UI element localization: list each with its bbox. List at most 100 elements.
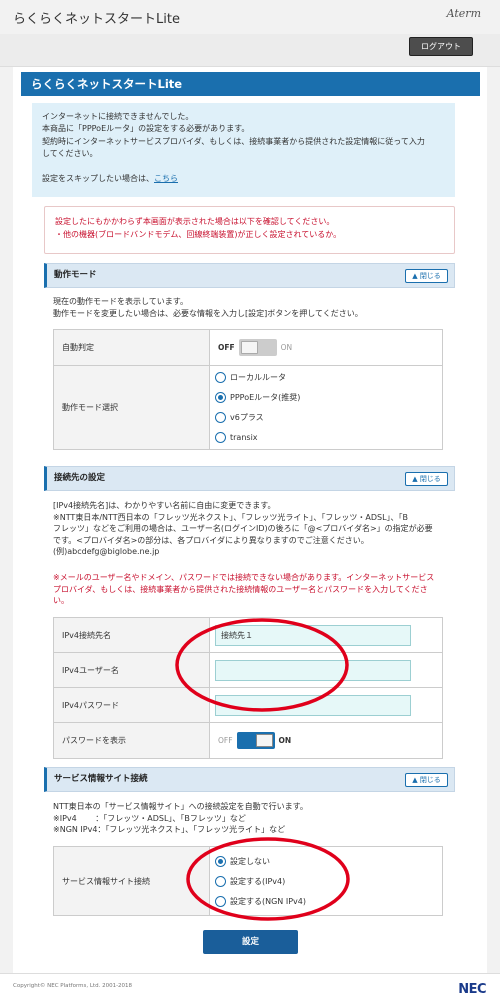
brand-logo: Aterm (446, 7, 481, 20)
radio-v6plus[interactable]: v6プラス (215, 408, 442, 428)
warn-line: ※メールのユーザー名やドメイン、パスワードでは接続できない場合があります。インタ… (53, 573, 435, 582)
logout-bar: ログアウト (0, 34, 500, 67)
section-conn-header: 接続先の設定 ▲ 閉じる (44, 466, 455, 491)
password-label: IPv4パスワード (54, 688, 210, 722)
mode-description: 現在の動作モードを表示しています。 動作モードを変更したい場合は、必要な情報を入… (53, 296, 453, 319)
password-row: IPv4パスワード (54, 688, 442, 723)
desc-line: NTT東日本の「サービス情報サイト」への接続設定を自動で行います。 (53, 802, 308, 811)
auto-detect-toggle[interactable]: OFF ON (218, 339, 292, 356)
skip-text: 設定をスキップしたい場合は、 (42, 173, 154, 183)
radio-service-none[interactable]: 設定しない (215, 851, 442, 871)
radio-transix[interactable]: transix (215, 428, 442, 448)
footer: Copyright© NEC Platforms, Ltd. 2001-2018… (0, 973, 500, 1003)
service-radio-group: 設定しない 設定する(IPv4) 設定する(NGN IPv4) (215, 851, 442, 911)
section-mode-header: 動作モード ▲ 閉じる (44, 263, 455, 288)
mode-select-label: 動作モード選択 (54, 366, 210, 449)
section-conn-title: 接続先の設定 (54, 473, 106, 483)
collapse-label: 閉じる (419, 272, 441, 280)
skip-link[interactable]: こちら (154, 174, 178, 183)
password-input[interactable] (215, 694, 411, 716)
username-label: IPv4ユーザー名 (54, 653, 210, 687)
radio-icon[interactable] (215, 895, 226, 907)
toggle-switch[interactable] (236, 732, 275, 749)
warning-message: 設定したにもかかわらず本画面が表示された場合は以下を確認してください。 ・他の機… (44, 206, 455, 254)
nec-logo: NEC (458, 982, 486, 997)
submit-button[interactable]: 設定 (203, 930, 298, 954)
radio-icon[interactable] (215, 875, 226, 887)
conn-warning: ※メールのユーザー名やドメイン、パスワードでは接続できない場合があります。インタ… (53, 572, 453, 607)
mode-select-row: 動作モード選択 ローカルルータ PPPoEルータ(推奨) v6プラス trans… (54, 366, 442, 449)
page-title: らくらくネットスタートLite (21, 72, 480, 96)
radio-service-ngn-ipv4[interactable]: 設定する(NGN IPv4) (215, 891, 442, 911)
radio-label: v6プラス (230, 413, 264, 422)
warn-line: い。 (53, 596, 69, 605)
section-service-title: サービス情報サイト接続 (54, 774, 148, 784)
radio-checked-icon[interactable] (215, 855, 226, 867)
desc-line: ※IPv4 ：「フレッツ・ADSL」、「Bフレッツ」など (53, 813, 246, 823)
desc-line: [IPv4接続先名]は、わかりやすい名前に自由に変更できます。 (53, 501, 276, 510)
service-select-row: サービス情報サイト接続 設定しない 設定する(IPv4) 設定する(NGN IP… (54, 847, 442, 915)
toggle-off-label: OFF (218, 343, 235, 352)
mode-radio-group: ローカルルータ PPPoEルータ(推奨) v6プラス transix (215, 368, 442, 448)
desc-line: 現在の動作モードを表示しています。 (53, 297, 188, 306)
chevron-up-icon: ▲ (412, 272, 418, 280)
desc-line: ※NTT東日本/NTT西日本の「フレッツ光ネクスト」、「フレッツ光ライト」、「フ… (53, 512, 409, 522)
collapse-conn-button[interactable]: ▲ 閉じる (405, 472, 448, 486)
radio-service-ipv4[interactable]: 設定する(IPv4) (215, 871, 442, 891)
collapse-mode-button[interactable]: ▲ 閉じる (405, 269, 448, 283)
info-line: してください。 (42, 149, 98, 159)
top-bar: らくらくネットスタートLite Aterm (0, 0, 500, 34)
toggle-off-label: OFF (218, 736, 233, 745)
info-line: 契約時にインターネットサービスプロバイダ、もしくは、接続事業者から提供された設定… (42, 136, 425, 146)
collapse-label: 閉じる (419, 475, 441, 483)
radio-label: PPPoEルータ(推奨) (230, 393, 301, 402)
desc-line: ※NGN IPv4：「フレッツ光ネクスト」、「フレッツ光ライト」など (53, 825, 286, 834)
warning-line: ・他の機器(ブロードバンドモデム、回線終端装置)が正しく設定されているか。 (55, 230, 342, 239)
desc-line: 動作モードを変更したい場合は、必要な情報を入力し[設定]ボタンを押してください。 (53, 308, 363, 318)
desc-line: (例)abcdefg@biglobe.ne.jp (53, 547, 160, 556)
show-password-row: パスワードを表示 OFF ON (54, 723, 442, 758)
info-line: 本商品に「PPPoEルータ」の設定をする必要があります。 (42, 124, 250, 134)
radio-label: ローカルルータ (230, 373, 286, 382)
warn-line: プロバイダ、もしくは、接続事業者から提供された接続情報のユーザー名とパスワードを… (53, 584, 428, 594)
chevron-up-icon: ▲ (412, 475, 418, 483)
collapse-service-button[interactable]: ▲ 閉じる (405, 773, 448, 787)
conn-name-row: IPv4接続先名 (54, 618, 442, 653)
radio-label: transix (230, 433, 258, 442)
show-password-label: パスワードを表示 (54, 723, 210, 758)
radio-icon[interactable] (215, 432, 226, 443)
toggle-on-label: ON (278, 736, 292, 745)
show-password-toggle[interactable]: OFF ON (218, 732, 291, 749)
chevron-up-icon: ▲ (412, 776, 418, 784)
conn-table: IPv4接続先名 IPv4ユーザー名 IPv4パスワード パスワードを表示 OF… (53, 617, 443, 759)
section-mode-title: 動作モード (54, 270, 97, 280)
toggle-switch[interactable] (238, 339, 277, 356)
skip-line: 設定をスキップしたい場合は、こちら (42, 173, 445, 185)
radio-label: 設定する(NGN IPv4) (230, 896, 306, 906)
radio-pppoe-router[interactable]: PPPoEルータ(推奨) (215, 388, 442, 408)
copyright-text: Copyright© NEC Platforms, Ltd. 2001-2018 (13, 983, 133, 989)
collapse-label: 閉じる (419, 776, 441, 784)
info-message: インターネットに接続できませんでした。 本商品に「PPPoEルータ」の設定をする… (32, 103, 455, 197)
radio-icon[interactable] (215, 412, 226, 423)
toggle-on-label: ON (280, 343, 293, 352)
radio-label: 設定しない (230, 856, 270, 866)
username-row: IPv4ユーザー名 (54, 653, 442, 688)
radio-local-router[interactable]: ローカルルータ (215, 368, 442, 388)
section-service-header: サービス情報サイト接続 ▲ 閉じる (44, 767, 455, 792)
logout-button[interactable]: ログアウト (409, 37, 473, 56)
desc-line: です。<プロバイダ名>の部分は、各プロバイダにより異なりますのでご注意ください。 (53, 535, 369, 545)
radio-label: 設定する(IPv4) (230, 876, 286, 886)
conn-name-input[interactable] (215, 624, 411, 646)
auto-detect-label: 自動判定 (54, 330, 210, 365)
mode-table: 自動判定 OFF ON 動作モード選択 ローカルルータ PPPoEルータ(推奨)… (53, 329, 443, 450)
desc-line: フレッツ」などをご利用の場合は、ユーザー名(ログインID)の後ろに「@<プロバイ… (53, 524, 433, 533)
radio-checked-icon[interactable] (215, 392, 226, 403)
username-input[interactable] (215, 659, 411, 681)
service-description: NTT東日本の「サービス情報サイト」への接続設定を自動で行います。 ※IPv4 … (53, 801, 453, 836)
info-line: インターネットに接続できませんでした。 (42, 112, 194, 121)
conn-name-label: IPv4接続先名 (54, 618, 210, 652)
conn-description: [IPv4接続先名]は、わかりやすい名前に自由に変更できます。 ※NTT東日本/… (53, 500, 453, 558)
warning-line: 設定したにもかかわらず本画面が表示された場合は以下を確認してください。 (55, 217, 335, 226)
radio-icon[interactable] (215, 372, 226, 383)
